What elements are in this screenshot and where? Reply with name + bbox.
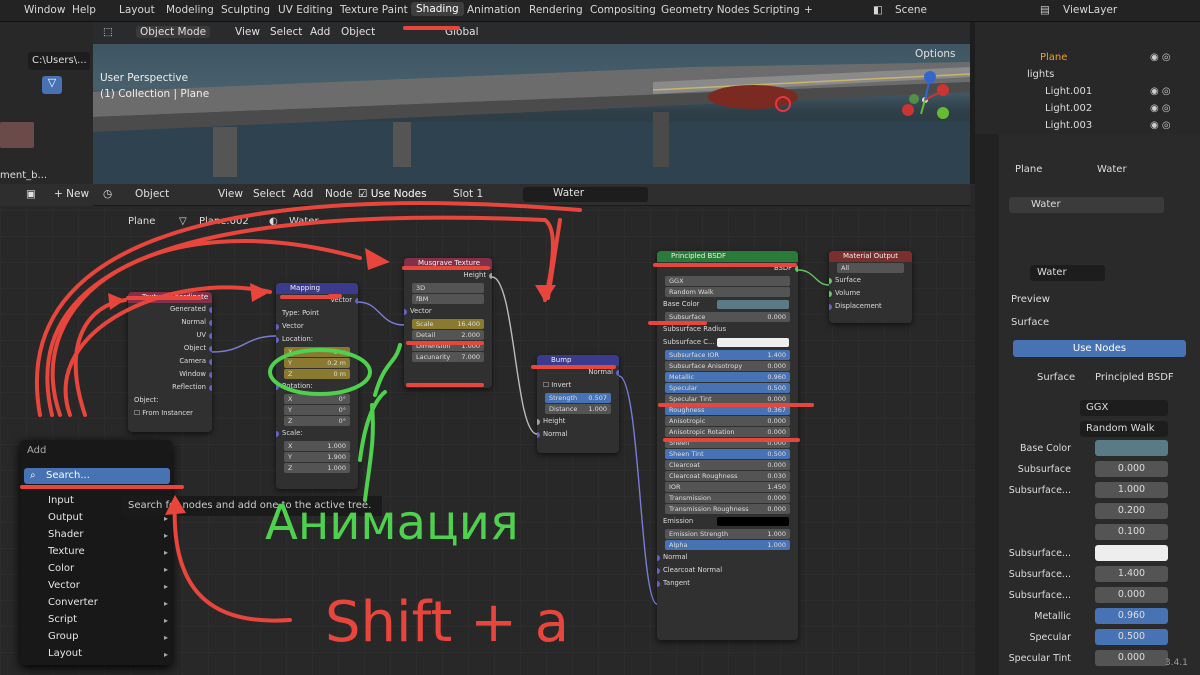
prop-label: Subsurface... <box>1008 590 1071 601</box>
prop-field[interactable]: 0.200 <box>1095 503 1168 519</box>
props-breadcrumb-material: Water <box>1097 164 1127 175</box>
outliner-item-light-001[interactable]: Light.001 <box>1045 86 1092 97</box>
surface-shader-value[interactable]: Principled BSDF <box>1095 372 1174 383</box>
prop-label: Subsurface... <box>1008 548 1071 559</box>
submenu-arrow-icon: ▸ <box>163 616 168 625</box>
viewlayer-name[interactable]: ViewLayer <box>1063 4 1117 16</box>
prop-field[interactable]: 1.000 <box>1095 482 1168 498</box>
add-menu-item-group[interactable]: Group <box>48 631 78 642</box>
prop-label: Subsurface... <box>1008 569 1071 580</box>
prop-label: Specular Tint <box>1008 653 1071 664</box>
prop-field[interactable]: 0.000 <box>1095 650 1168 666</box>
prop-label: Subsurface <box>1017 464 1071 475</box>
surface-label: Surface <box>1037 372 1076 383</box>
use-nodes-button[interactable]: Use Nodes <box>1013 340 1186 357</box>
submenu-arrow-icon: ▸ <box>163 599 168 608</box>
outliner: Plane lights Light.001 Light.002 Light.0… <box>975 22 1200 134</box>
prop-label: Specular <box>1029 632 1071 643</box>
version-label: 3.4.1 <box>1165 658 1188 668</box>
search-icon: ⌕ <box>30 470 36 481</box>
submenu-arrow-icon: ▸ <box>163 548 168 557</box>
annotation-animation-text: Анимация <box>265 495 519 551</box>
add-menu-title: Add <box>27 445 47 456</box>
add-menu-item-input[interactable]: Input <box>48 495 74 506</box>
outliner-item-light-003[interactable]: Light.003 <box>1045 120 1092 131</box>
prop-label: Base Color <box>1020 443 1071 454</box>
prop-label: Metallic <box>1034 611 1071 622</box>
props-breadcrumb-object: Plane <box>1015 164 1043 175</box>
viewlayer-icon: ▤ <box>1040 4 1050 16</box>
add-menu-item-script[interactable]: Script <box>48 614 77 625</box>
add-menu-item-shader[interactable]: Shader <box>48 529 83 540</box>
add-menu-item-vector[interactable]: Vector <box>48 580 80 591</box>
prop-field[interactable] <box>1095 545 1168 561</box>
add-menu-item-layout[interactable]: Layout <box>48 648 82 659</box>
material-slot-item[interactable]: Water <box>1009 197 1164 213</box>
material-name-field[interactable]: Water <box>1030 265 1105 281</box>
visibility-eye-icon[interactable]: ◉ ◎ <box>1150 120 1171 131</box>
add-menu-item-color[interactable]: Color <box>48 563 74 574</box>
prop-field[interactable]: 0.000 <box>1095 461 1168 477</box>
prop-field[interactable]: 1.400 <box>1095 566 1168 582</box>
prop-field[interactable]: 0.500 <box>1095 629 1168 645</box>
visibility-eye-icon[interactable]: ◉ ◎ <box>1150 52 1171 63</box>
properties-panel: Plane Water Water Water Preview Surface … <box>975 134 1200 675</box>
add-menu: Add ⌕ Search... Input ▸ Output ▸ Shader ▸ Textu… <box>20 440 172 665</box>
annotation-shortcut-text: Shift + a <box>325 590 570 655</box>
search-label: Search... <box>46 470 90 481</box>
add-menu-item-output[interactable]: Output <box>48 512 83 523</box>
outliner-item-plane[interactable]: Plane <box>1040 52 1067 63</box>
prop-field[interactable]: 0.100 <box>1095 524 1168 540</box>
submenu-arrow-icon: ▸ <box>163 650 168 659</box>
submenu-arrow-icon: ▸ <box>163 633 168 642</box>
visibility-eye-icon[interactable]: ◉ ◎ <box>1150 103 1171 114</box>
distribution-dropdown[interactable]: GGX <box>1080 400 1168 416</box>
subsurface-method-dropdown[interactable]: Random Walk <box>1080 421 1168 437</box>
visibility-eye-icon[interactable]: ◉ ◎ <box>1150 86 1171 97</box>
outliner-item-light-002[interactable]: Light.002 <box>1045 103 1092 114</box>
submenu-arrow-icon: ▸ <box>163 565 168 574</box>
surface-panel-header[interactable]: Surface <box>1011 317 1049 328</box>
prop-field[interactable]: 0.960 <box>1095 608 1168 624</box>
submenu-arrow-icon: ▸ <box>163 582 168 591</box>
add-menu-item-converter[interactable]: Converter <box>48 597 98 608</box>
add-menu-item-texture[interactable]: Texture <box>48 546 85 557</box>
submenu-arrow-icon: ▸ <box>163 531 168 540</box>
preview-panel-header[interactable]: Preview <box>1011 294 1050 305</box>
search-menu-item[interactable]: ⌕ Search... <box>24 468 170 484</box>
prop-field[interactable] <box>1095 440 1168 456</box>
prop-field[interactable]: 0.000 <box>1095 587 1168 603</box>
outliner-item-lights[interactable]: lights <box>1027 69 1054 80</box>
prop-label: Subsurface... <box>1008 485 1071 496</box>
